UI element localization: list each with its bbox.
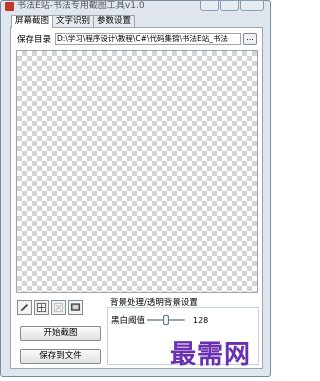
- close-button[interactable]: [240, 0, 264, 11]
- slider-thumb[interactable]: [163, 315, 169, 325]
- save-to-file-button[interactable]: 保存到文件: [20, 349, 101, 364]
- pencil-tool-button[interactable]: [17, 300, 32, 315]
- move-tool-button[interactable]: [34, 300, 49, 315]
- app-icon: [5, 2, 14, 11]
- app-window: 书法E站-书法专用截图工具v1.0 屏幕截图 文字识别 参数设置 保存目录 D:…: [0, 0, 271, 377]
- window-controls: [200, 0, 264, 11]
- threshold-label: 黑白阈值: [111, 316, 146, 326]
- screen-tool-button[interactable]: [68, 300, 83, 315]
- threshold-row: 黑白阈值 128: [111, 314, 208, 326]
- capture-preview-canvas[interactable]: [16, 50, 258, 293]
- title-bar: 书法E站-书法专用截图工具v1.0: [1, 0, 270, 13]
- threshold-value: 128: [193, 315, 209, 325]
- crop-icon: [53, 302, 64, 313]
- tab-parameter-settings[interactable]: 参数设置: [93, 15, 136, 27]
- save-directory-label: 保存目录: [17, 35, 52, 45]
- window-title: 书法E站-书法专用截图工具v1.0: [17, 1, 145, 11]
- maximize-button[interactable]: [220, 0, 239, 11]
- threshold-slider[interactable]: [147, 315, 185, 325]
- tab-screen-capture[interactable]: 屏幕截图: [11, 15, 54, 28]
- screen-capture-panel: 保存目录 D:\学习\程序设计\教程\C#\代码集锦\书法E站_书法 ... 开…: [10, 27, 263, 369]
- minimize-button[interactable]: [200, 0, 219, 11]
- watermark-logo: 最需网: [170, 340, 252, 370]
- move-icon: [36, 302, 47, 313]
- start-capture-button[interactable]: 开始截图: [20, 326, 101, 341]
- crop-tool-button[interactable]: [51, 300, 66, 315]
- pencil-icon: [20, 303, 29, 312]
- save-directory-row: 保存目录 D:\学习\程序设计\教程\C#\代码集锦\书法E站_书法 ...: [17, 33, 257, 45]
- screen-icon: [70, 303, 81, 311]
- browse-button[interactable]: ...: [243, 33, 257, 45]
- tab-text-recognition[interactable]: 文字识别: [52, 15, 95, 27]
- tool-buttons: [17, 300, 83, 315]
- save-directory-field[interactable]: D:\学习\程序设计\教程\C#\代码集锦\书法E站_书法: [55, 33, 241, 45]
